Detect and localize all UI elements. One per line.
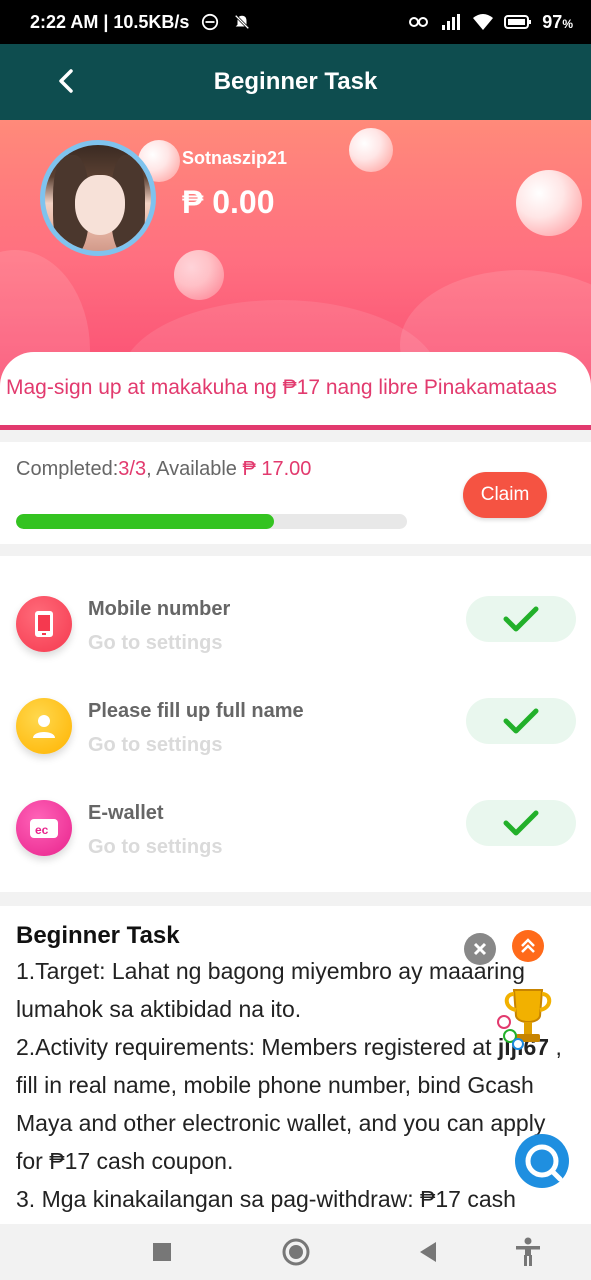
phone-icon [16,596,72,652]
task-name: E-wallet [88,802,164,824]
battery-level: 97% [542,11,573,32]
task-link[interactable]: Go to settings [88,632,222,655]
accessibility-button[interactable] [508,1232,548,1272]
dnd-icon [202,13,219,31]
decor-bubble [349,128,393,172]
link-icon [409,17,429,27]
check-icon [503,606,539,632]
trophy-icon[interactable] [492,986,562,1050]
decor-bubble [174,250,224,300]
home-button[interactable] [276,1232,316,1272]
task-item-mobile[interactable]: Mobile number Go to settings [0,556,591,656]
progress-fill [16,514,275,529]
close-icon [473,942,487,956]
customer-support-icon[interactable] [514,1133,570,1189]
notice-marquee: Mag-sign up at makakuha ng ₱17 nang libr… [0,352,591,430]
progress-card: Completed:3/3, Available ₱ 17.00 Claim [0,442,591,544]
task-done-badge [466,596,576,642]
double-chevron-up-icon [521,938,535,953]
task-description: Beginner Task 1.Target: Lahat ng bagong … [0,906,591,1224]
progress-bar [16,514,407,529]
balance-amount: ₱ 0.00 [182,184,275,220]
task-link[interactable]: Go to settings [88,734,222,757]
app-header: Beginner Task [0,44,591,120]
task-name: Mobile number [88,598,231,620]
wifi-icon [473,14,494,30]
task-done-badge [466,800,576,846]
mute-bell-icon [235,14,250,30]
svg-text:ec: ec [35,823,49,837]
task-name: Please fill up full name [88,700,304,722]
user-icon [16,698,72,754]
system-nav-bar [0,1224,591,1280]
check-icon [503,708,539,734]
description-rule-2: 2.Activity requirements: Members registe… [16,1034,562,1174]
status-time: 2:22 AM | 10.5KB/s [30,11,190,32]
task-list: Mobile number Go to settings Please fill… [0,556,591,892]
back-arrow-icon[interactable] [52,66,82,96]
triangle-back-icon [420,1242,436,1262]
expand-float-button[interactable] [512,930,544,962]
accessibility-icon [516,1237,540,1266]
profile-banner: Sotnaszip21 ₱ 0.00 Mag-sign up at makaku… [0,120,591,430]
signal-icon [442,14,461,30]
status-bar: 2:22 AM | 10.5KB/s 97% [0,0,591,44]
close-float-button[interactable] [464,933,496,965]
page-title: Beginner Task [213,68,378,95]
task-done-badge [466,698,576,744]
completion-status: Completed:3/3, Available ₱ 17.00 [16,458,312,480]
wallet-icon: ec [16,800,72,856]
avatar[interactable] [40,140,156,256]
back-button[interactable] [408,1232,448,1272]
recents-button[interactable] [142,1232,182,1272]
square-icon [153,1243,171,1261]
check-icon [503,810,539,836]
description-rule-3: 3. Mga kinakailangan sa pag-withdraw: ₱1… [16,1186,516,1212]
task-item-full-name[interactable]: Please fill up full name Go to settings [0,658,591,758]
task-link[interactable]: Go to settings [88,836,222,859]
task-item-e-wallet[interactable]: ec E-wallet Go to settings [0,760,591,860]
home-circle-icon [282,1238,310,1266]
battery-icon [504,15,532,29]
notice-divider [0,425,591,430]
notice-text: Mag-sign up at makakuha ng ₱17 nang libr… [6,376,558,399]
username: Sotnaszip21 [182,148,288,168]
decor-bubble [516,170,582,236]
claim-button[interactable]: Claim [463,472,547,518]
